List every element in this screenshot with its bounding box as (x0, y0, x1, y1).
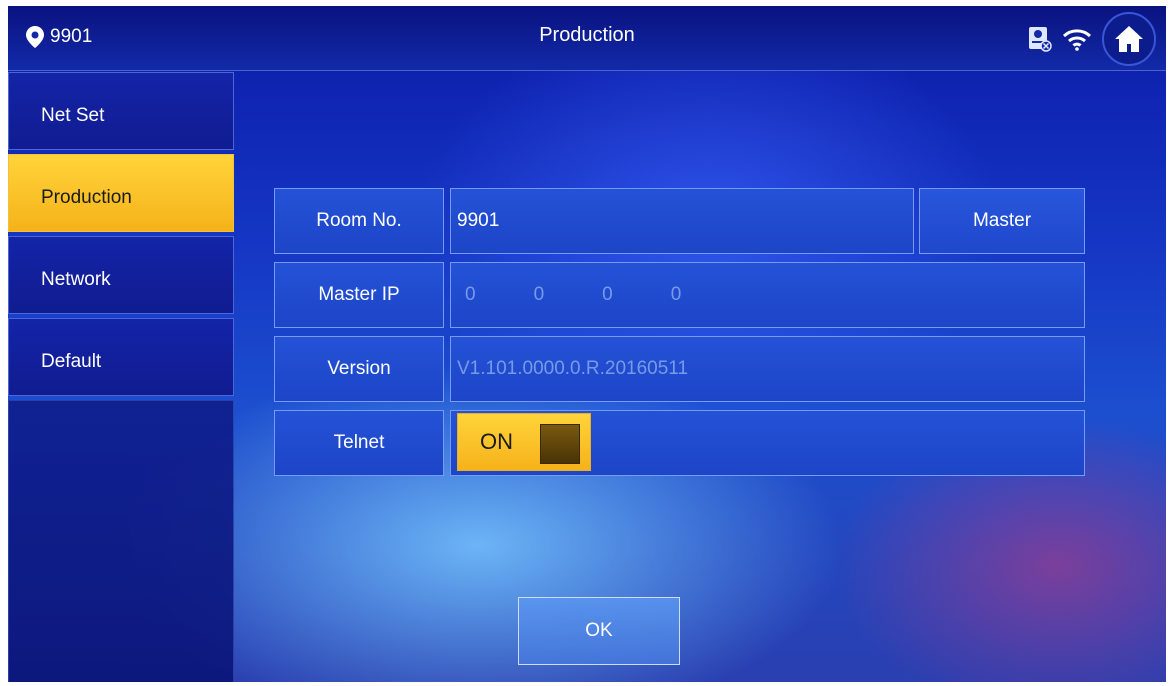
home-icon (1115, 26, 1143, 52)
sidebar-item-net-set[interactable]: Net Set (8, 72, 234, 150)
sidebar-item-label: Net Set (41, 105, 105, 126)
telnet-field: ON (450, 410, 1085, 476)
ok-button[interactable]: OK (518, 597, 680, 665)
ip-octet-2[interactable]: 0 (534, 284, 545, 306)
sidebar-item-label: Default (41, 351, 102, 372)
home-button[interactable] (1102, 12, 1156, 66)
intercom-status-icon (1029, 27, 1052, 52)
master-button[interactable]: Master (919, 188, 1085, 254)
version-value: V1.101.0000.0.R.20160511 (450, 336, 1085, 402)
master-ip-field[interactable]: 0 0 0 0 (450, 262, 1085, 328)
ip-octet-3[interactable]: 0 (602, 284, 613, 306)
sidebar-item-label: Network (41, 269, 111, 290)
toggle-state-label: ON (480, 429, 513, 454)
telnet-label: Telnet (274, 410, 444, 476)
toggle-knob (540, 424, 580, 464)
status-icons (1028, 12, 1156, 66)
page-title: Production (539, 24, 635, 46)
sidebar-item-production[interactable]: Production (8, 154, 234, 232)
sidebar-item-network[interactable]: Network (8, 236, 234, 314)
top-bar: 9901 Production (8, 6, 1166, 71)
telnet-toggle[interactable]: ON (457, 413, 591, 471)
room-no-field[interactable]: 9901 (450, 188, 914, 254)
version-label: Version (274, 336, 444, 402)
sidebar-background (8, 400, 234, 682)
ip-octet-4[interactable]: 0 (671, 284, 682, 306)
sidebar: Net Set Production Network Default (8, 72, 234, 682)
screen: 9901 Production Net Set Production Netwo… (8, 6, 1166, 682)
ip-octet-1[interactable]: 0 (465, 284, 476, 306)
room-no-label: Room No. (274, 188, 444, 254)
wifi-icon (1062, 29, 1092, 51)
sidebar-item-label: Production (41, 187, 132, 208)
master-ip-label: Master IP (274, 262, 444, 328)
sidebar-item-default[interactable]: Default (8, 318, 234, 396)
